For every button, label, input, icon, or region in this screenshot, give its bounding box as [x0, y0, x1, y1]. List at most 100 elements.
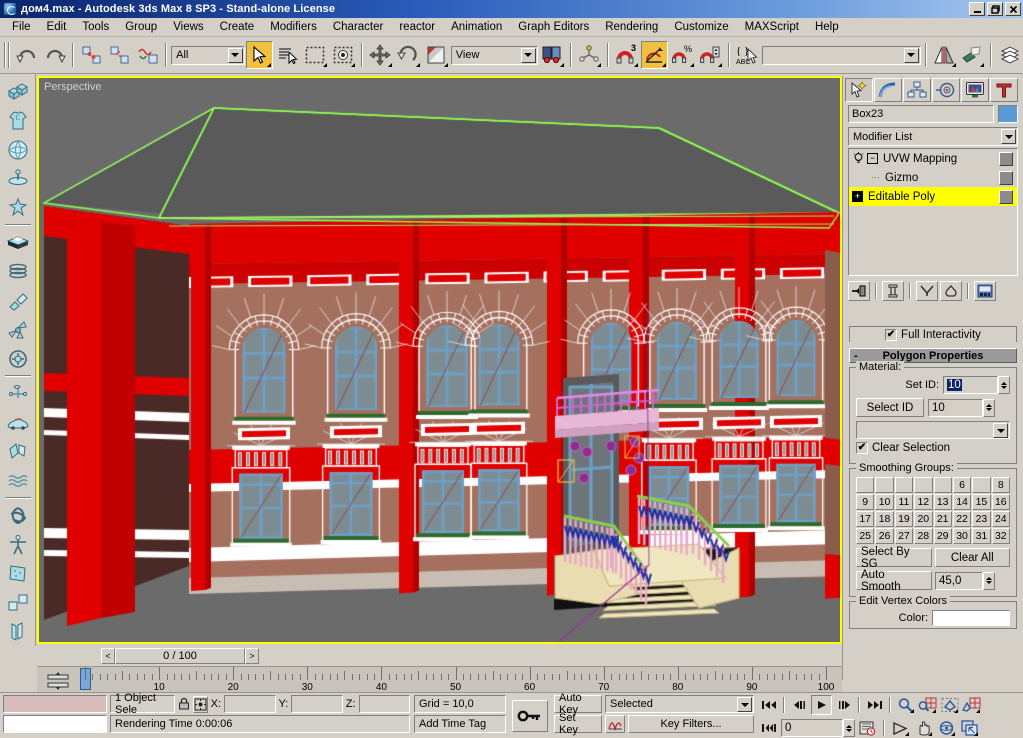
smoothing-group-cell-31[interactable]: 31 [972, 528, 991, 544]
selection-filter-combo[interactable]: All [171, 45, 245, 65]
smoothing-groups-grid[interactable]: 6 8 9 10 11 12 13 14 15 16 17 18 19 20 21 22 23 24 25 26 27 2… [856, 477, 1010, 544]
select-id-spinner[interactable]: 10 [928, 398, 995, 417]
x-field[interactable] [224, 695, 276, 713]
redo-icon[interactable] [41, 41, 69, 69]
gizmo-lit-indicator[interactable] [999, 170, 1013, 185]
motor-icon[interactable] [2, 315, 34, 344]
modifier-stack-item-gizmo[interactable]: ⋯ Gizmo [849, 168, 1017, 187]
z-field[interactable] [358, 695, 410, 713]
smoothing-group-cell-3[interactable] [894, 477, 914, 493]
smoothing-group-cell-14[interactable]: 14 [952, 494, 972, 510]
set-id-spin-buttons[interactable] [998, 376, 1010, 394]
expand-icon[interactable]: + [852, 191, 863, 202]
menu-create[interactable]: Create [212, 19, 263, 35]
zoom-extents-all-icon[interactable] [961, 695, 982, 715]
window-crossing-icon[interactable] [329, 41, 357, 69]
bind-to-space-warp-icon[interactable] [134, 41, 162, 69]
zoom-all-icon[interactable] [917, 695, 938, 715]
auto-smooth-spinner[interactable]: 45,0 [935, 571, 995, 590]
select-id-button[interactable]: Select ID [856, 398, 924, 417]
smoothing-group-cell-16[interactable]: 16 [991, 494, 1010, 510]
time-slider-handle[interactable]: 0 / 100 [115, 648, 245, 664]
object-color-swatch[interactable] [998, 105, 1018, 123]
previous-frame-icon[interactable] [789, 695, 810, 715]
time-slider[interactable]: < 0 / 100 > [37, 646, 842, 666]
toy-car-icon[interactable] [2, 379, 34, 408]
chevron-down-icon-5[interactable] [993, 423, 1008, 438]
current-frame-spin-buttons[interactable] [843, 719, 855, 737]
undo-icon[interactable] [13, 41, 41, 69]
modifier-stack-item-editable-poly[interactable]: + Editable Poly [849, 187, 1017, 206]
set-id-spinner[interactable]: 10 [943, 376, 1010, 394]
spinner-snap-toggle-icon[interactable] [696, 41, 724, 69]
track-bar-ruler[interactable]: 10 20 30 40 50 60 70 80 90 100 [79, 667, 842, 692]
utilities-icon[interactable] [2, 617, 34, 646]
set-id-field[interactable]: 10 [943, 376, 998, 394]
smoothing-group-cell-29[interactable]: 29 [933, 528, 952, 544]
pan-view-icon[interactable] [913, 718, 934, 738]
go-to-end-icon[interactable] [864, 695, 885, 715]
rollout-scroll-area[interactable]: ✔ Full Interactivity - Polygon Propertie… [843, 326, 1023, 680]
arc-rotate-icon[interactable] [936, 718, 957, 738]
chevron-down-icon-4[interactable] [1001, 129, 1016, 144]
perspective-viewport[interactable]: Perspective [37, 76, 842, 644]
hierarchy-tab[interactable] [903, 78, 931, 102]
menu-rendering[interactable]: Rendering [597, 19, 666, 35]
zoom-icon[interactable] [895, 695, 916, 715]
maximize-viewport-toggle-icon[interactable] [959, 718, 980, 738]
smoothing-group-cell-6[interactable]: 6 [952, 477, 972, 493]
smoothing-group-cell-32[interactable]: 32 [991, 528, 1010, 544]
menu-views[interactable]: Views [165, 19, 211, 35]
smoothing-group-cell-17[interactable]: 17 [856, 511, 875, 527]
key-filters-button[interactable]: Key Filters... [628, 715, 754, 733]
modifier-lit-indicator[interactable] [999, 151, 1013, 166]
modifier-list-combo[interactable]: Modifier List [848, 127, 1018, 146]
select-by-name-icon[interactable] [273, 41, 301, 69]
go-to-start-icon[interactable] [758, 695, 779, 715]
viewport-label[interactable]: Perspective [44, 81, 101, 93]
smoothing-group-cell-1[interactable] [856, 477, 875, 493]
field-of-view-icon[interactable] [890, 718, 911, 738]
angle-snap-toggle-icon[interactable] [640, 41, 668, 69]
character-icon[interactable] [2, 193, 34, 222]
smoothing-group-cell-18[interactable]: 18 [875, 511, 894, 527]
y-field[interactable] [291, 695, 343, 713]
menu-file[interactable]: File [4, 19, 39, 35]
softbody-icon[interactable] [2, 135, 34, 164]
material-name-combo[interactable] [856, 421, 1010, 439]
smoothing-group-cell-4[interactable] [914, 477, 933, 493]
select-id-spin-buttons[interactable] [983, 398, 995, 417]
full-interactivity-check-icon[interactable]: ✔ [885, 329, 898, 341]
menu-tools[interactable]: Tools [74, 19, 117, 35]
auto-key-button[interactable]: Auto Key [554, 692, 602, 716]
deforming-mesh-icon[interactable] [2, 559, 34, 588]
named-selection-sets-icon[interactable]: { } ABC [733, 41, 761, 69]
play-animation-icon[interactable] [811, 695, 832, 715]
menu-graph-editors[interactable]: Graph Editors [510, 19, 597, 35]
smoothing-group-cell-21[interactable]: 21 [933, 511, 952, 527]
snaps-toggle-icon[interactable]: 3 [612, 41, 640, 69]
select-and-manipulate-icon[interactable] [575, 41, 603, 69]
smoothing-group-cell-5[interactable] [933, 477, 952, 493]
water-icon[interactable] [2, 466, 34, 495]
vertex-color-swatch[interactable] [932, 610, 1010, 626]
fracture-icon[interactable] [2, 437, 34, 466]
smoothing-group-cell-12[interactable]: 12 [914, 494, 933, 510]
minimize-button[interactable] [969, 2, 985, 16]
smoothing-group-cell-23[interactable]: 23 [972, 511, 991, 527]
previous-frame-arrow[interactable]: < [101, 648, 115, 664]
smoothing-group-cell-10[interactable]: 10 [875, 494, 894, 510]
smoothing-group-cell-13[interactable]: 13 [933, 494, 952, 510]
maxscript-mini-listener[interactable] [0, 693, 110, 738]
auto-smooth-field[interactable]: 45,0 [935, 571, 983, 590]
rigidbody-icon[interactable] [2, 164, 34, 193]
select-by-sg-button[interactable]: Select By SG [856, 546, 932, 570]
open-mini-curve-editor-icon[interactable] [37, 667, 79, 692]
menu-reactor[interactable]: reactor [391, 19, 443, 35]
menu-edit[interactable]: Edit [39, 19, 75, 35]
absolute-relative-transform-icon[interactable] [192, 695, 208, 713]
box-objects-icon[interactable] [2, 77, 34, 106]
toolbar-grip[interactable] [4, 41, 10, 69]
current-frame-spinner[interactable]: 0 [781, 719, 855, 737]
spring-icon[interactable] [2, 257, 34, 286]
